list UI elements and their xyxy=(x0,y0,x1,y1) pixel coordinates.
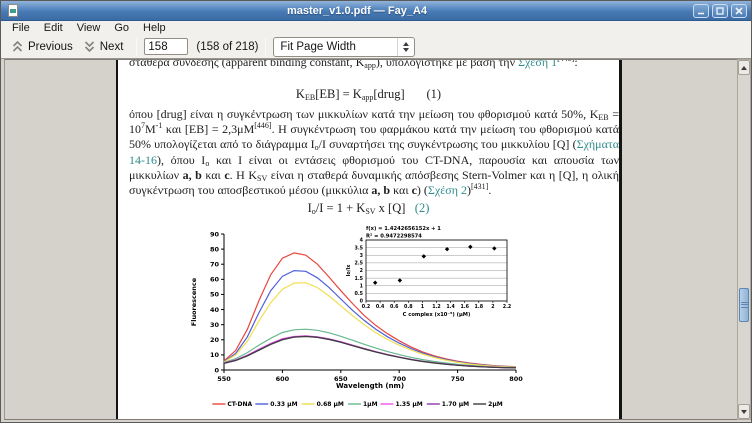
scroll-down-button[interactable] xyxy=(738,404,750,419)
window-controls xyxy=(693,4,747,18)
svg-text:750: 750 xyxy=(451,375,465,383)
svg-text:600: 600 xyxy=(276,375,290,383)
menu-item-edit[interactable]: Edit xyxy=(37,21,70,35)
page-number-input[interactable] xyxy=(144,38,188,55)
maximize-button[interactable] xyxy=(712,4,728,18)
svg-text:1μM: 1μM xyxy=(363,401,378,408)
next-icon xyxy=(83,40,96,53)
previous-label: Previous xyxy=(28,41,73,53)
svg-text:1.2: 1.2 xyxy=(432,304,441,310)
svg-text:800: 800 xyxy=(509,375,523,383)
menu-item-go[interactable]: Go xyxy=(107,21,136,35)
toolbar-separator xyxy=(265,38,266,56)
svg-text:2: 2 xyxy=(491,304,494,310)
window-title: master_v1.0.pdf — Fay_A4 xyxy=(21,5,693,17)
previous-button[interactable]: Previous xyxy=(7,38,79,55)
svg-text:3: 3 xyxy=(360,253,363,259)
svg-text:70: 70 xyxy=(210,261,220,269)
document-view[interactable]: σταθερά σύνδεσης (apparent binding const… xyxy=(4,59,737,420)
svg-text:4: 4 xyxy=(360,238,364,244)
svg-text:50: 50 xyxy=(210,291,220,299)
thumb-grip-icon xyxy=(741,302,748,308)
svg-text:80: 80 xyxy=(210,245,220,253)
svg-text:60: 60 xyxy=(210,276,220,284)
fluorescence-spectra-chart: 0102030405060708090550600650700750800Flu… xyxy=(188,222,523,418)
svg-text:3.5: 3.5 xyxy=(355,245,364,251)
svg-text:1.6: 1.6 xyxy=(460,304,469,310)
maximize-icon xyxy=(715,6,725,16)
zoom-combobox[interactable]: Fit Page Width xyxy=(273,37,415,57)
next-label: Next xyxy=(100,41,124,53)
vertical-scrollbar[interactable] xyxy=(737,59,751,420)
previous-icon xyxy=(11,40,24,53)
minimize-icon xyxy=(696,6,706,16)
close-button[interactable] xyxy=(731,4,747,18)
zoom-combobox-value: Fit Page Width xyxy=(280,41,355,53)
svg-text:f(x) = 1.4242656152x + 1: f(x) = 1.4242656152x + 1 xyxy=(366,226,441,232)
menu-item-help[interactable]: Help xyxy=(136,21,173,35)
svg-text:2.2: 2.2 xyxy=(503,304,512,310)
svg-text:10: 10 xyxy=(210,351,220,359)
svg-text:0.4: 0.4 xyxy=(376,304,385,310)
svg-text:Io/Ix: Io/Ix xyxy=(346,264,352,277)
toolbar: Previous Next (158 of 218) Fit Page Widt… xyxy=(1,35,751,59)
body-paragraph: όπου [drug] είναι η συγκέντρωση των μικκ… xyxy=(129,107,619,198)
minimize-button[interactable] xyxy=(693,4,709,18)
scrollbar-thumb[interactable] xyxy=(739,288,749,322)
equation-1: KEB[EB] = Kapp[drug] (1) xyxy=(118,87,619,102)
svg-text:0.8: 0.8 xyxy=(404,304,413,310)
svg-text:1: 1 xyxy=(360,283,363,289)
svg-text:0: 0 xyxy=(360,299,364,305)
svg-text:550: 550 xyxy=(217,375,231,383)
svg-text:20: 20 xyxy=(210,336,220,344)
svg-text:0.68 μM: 0.68 μM xyxy=(317,401,344,408)
application-window: { "window": { "title": "master_v1.0.pdf … xyxy=(0,0,752,423)
scroll-up-icon xyxy=(741,66,747,70)
svg-text:R² = 0.9472298574: R² = 0.9472298574 xyxy=(366,234,422,240)
svg-text:1.70 μM: 1.70 μM xyxy=(442,401,469,408)
scroll-up-button[interactable] xyxy=(738,60,750,75)
combobox-arrows-icon xyxy=(397,38,414,56)
scroll-down-icon xyxy=(741,410,747,414)
svg-text:Wavelength (nm): Wavelength (nm) xyxy=(336,382,404,390)
next-button[interactable]: Next xyxy=(79,38,130,55)
pdf-page: σταθερά σύνδεσης (apparent binding const… xyxy=(116,59,622,420)
svg-text:0: 0 xyxy=(214,366,219,374)
spin-down-icon xyxy=(403,48,409,52)
close-icon xyxy=(734,6,744,16)
svg-text:0.5: 0.5 xyxy=(355,291,364,297)
spin-up-icon xyxy=(403,42,409,46)
menubar: File Edit View Go Help xyxy=(1,21,751,35)
svg-text:1.4: 1.4 xyxy=(446,304,455,310)
svg-text:1.8: 1.8 xyxy=(475,304,484,310)
svg-text:0.33 μM: 0.33 μM xyxy=(270,401,297,408)
svg-text:2: 2 xyxy=(360,268,363,274)
svg-text:1: 1 xyxy=(421,304,424,310)
svg-text:2μM: 2μM xyxy=(488,401,503,408)
svg-text:CT-DNA: CT-DNA xyxy=(227,401,252,408)
equation-2: Io/I = 1 + KSV x [Q] (2) xyxy=(118,201,619,216)
intro-line: σταθερά σύνδεσης (apparent binding const… xyxy=(129,59,621,70)
svg-text:1.35 μM: 1.35 μM xyxy=(395,401,422,408)
svg-text:30: 30 xyxy=(210,321,220,329)
menu-item-file[interactable]: File xyxy=(5,21,37,35)
window-icon xyxy=(5,3,21,19)
svg-text:Fluorescence: Fluorescence xyxy=(190,277,198,326)
svg-text:C complex (x10⁻⁵) (μM): C complex (x10⁻⁵) (μM) xyxy=(403,312,471,318)
toolbar-separator xyxy=(136,38,137,56)
svg-text:2.5: 2.5 xyxy=(355,261,364,267)
page-count-label: (158 of 218) xyxy=(196,41,258,53)
svg-text:0.2: 0.2 xyxy=(362,304,371,310)
svg-text:40: 40 xyxy=(210,306,220,314)
menu-item-view[interactable]: View xyxy=(70,21,108,35)
titlebar[interactable]: master_v1.0.pdf — Fay_A4 xyxy=(1,1,751,21)
svg-text:0.6: 0.6 xyxy=(390,304,399,310)
svg-text:90: 90 xyxy=(210,230,220,238)
svg-text:1.5: 1.5 xyxy=(355,276,364,282)
